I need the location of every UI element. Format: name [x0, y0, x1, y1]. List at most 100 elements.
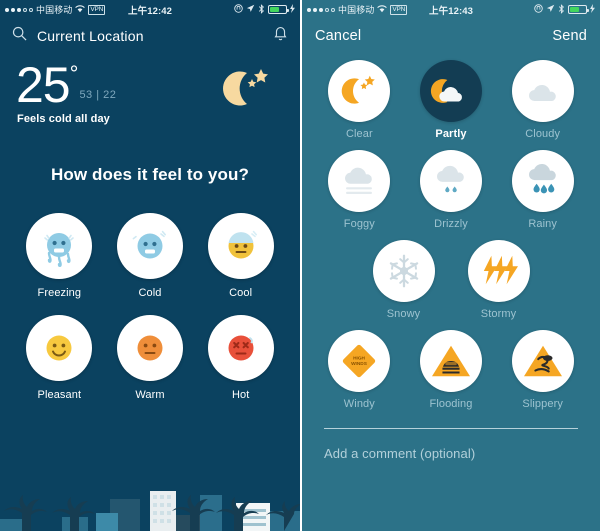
warm-face-icon [137, 335, 163, 361]
bluetooth-icon [258, 3, 265, 16]
mood-circle[interactable] [116, 315, 183, 381]
comment-input[interactable]: Add a comment (optional) [324, 446, 578, 461]
condition-option-cloudy[interactable]: Cloudy [505, 60, 580, 140]
vpn-badge: VPN [390, 4, 408, 15]
cancel-button[interactable]: Cancel [315, 28, 361, 44]
condition-circle[interactable]: HIGH WINDS [328, 330, 391, 392]
condition-option-flooding[interactable]: Flooding [414, 330, 489, 410]
mood-circle[interactable] [207, 315, 274, 381]
mood-option-pleasant[interactable]: Pleasant [14, 315, 105, 401]
city-skyline-illustration [0, 491, 300, 531]
drizzle-icon [437, 165, 464, 193]
battery-icon [268, 5, 289, 14]
condition-row: Snowy Stormy [322, 240, 580, 320]
mood-grid: Freezing Cold Cool Pleasant Warm Hot [0, 213, 300, 401]
left-phone-screen: 中国移动 VPN 上午12:42 Current Location 25 ° 5… [0, 0, 300, 531]
mood-circle[interactable] [26, 315, 93, 381]
signal-dots-icon [307, 7, 335, 12]
charging-bolt-icon [290, 4, 295, 15]
mood-label: Freezing [37, 287, 82, 299]
mood-label: Hot [231, 389, 250, 401]
nav-bar-left: Current Location [0, 19, 300, 53]
status-bar-right-group [234, 3, 295, 16]
condition-circle[interactable] [420, 330, 482, 392]
cold-face-icon [132, 230, 166, 259]
moon-cloud-icon [430, 79, 462, 103]
comment-section: Add a comment (optional) [302, 420, 600, 461]
condition-circle[interactable] [511, 60, 574, 122]
high-low-label: 53 | 22 [79, 89, 117, 101]
condition-label: Slippery [522, 398, 563, 410]
condition-option-drizzly[interactable]: Drizzly [414, 150, 489, 230]
carrier-label: 中国移动 [338, 5, 375, 15]
battery-icon [568, 5, 589, 14]
mood-option-cool[interactable]: Cool [195, 213, 286, 299]
condition-option-partly[interactable]: Partly [414, 60, 489, 140]
condition-option-slippery[interactable]: Slippery [505, 330, 580, 410]
condition-circle[interactable] [372, 240, 435, 302]
mood-label: Cool [229, 287, 253, 299]
degree-symbol: ° [69, 61, 79, 86]
snowflake-icon [389, 254, 418, 288]
mood-label: Cold [138, 287, 162, 299]
high-winds-sign-icon: HIGH WINDS [343, 344, 376, 378]
condition-circle[interactable] [511, 330, 574, 392]
send-button[interactable]: Send [552, 28, 587, 44]
status-bar-left: 中国移动 VPN 上午12:42 [0, 0, 300, 19]
rotation-lock-icon [234, 4, 243, 15]
mood-option-cold[interactable]: Cold [105, 213, 196, 299]
search-icon[interactable] [12, 26, 27, 46]
nav-bar-right: Cancel Send [302, 19, 600, 53]
condition-option-clear[interactable]: Clear [322, 60, 397, 140]
vpn-badge: VPN [88, 4, 106, 15]
rotation-lock-icon [534, 4, 543, 15]
current-location-label[interactable]: Current Location [37, 28, 144, 44]
moon-stars-icon [342, 75, 376, 104]
mood-circle[interactable] [116, 213, 183, 279]
temperature-value: 25 [16, 57, 71, 113]
wifi-icon [75, 4, 86, 15]
mood-option-warm[interactable]: Warm [105, 315, 196, 401]
condition-label: Foggy [343, 218, 375, 230]
mood-label: Warm [135, 389, 165, 401]
condition-option-foggy[interactable]: Foggy [322, 150, 397, 230]
cool-face-icon [228, 230, 257, 259]
status-bar-right-group [534, 3, 595, 16]
freezing-face-icon [44, 233, 75, 268]
condition-circle[interactable] [511, 150, 574, 212]
condition-label: Clear [345, 128, 373, 140]
condition-label: Rainy [528, 218, 557, 230]
svg-text:WINDS: WINDS [351, 361, 367, 367]
condition-circle[interactable] [420, 60, 482, 122]
condition-option-windy[interactable]: HIGH WINDS Windy [322, 330, 397, 410]
status-bar-left-group: 中国移动 VPN [5, 3, 106, 16]
mood-option-hot[interactable]: Hot [195, 315, 286, 401]
hot-face-icon [228, 335, 254, 361]
condition-row: HIGH WINDS Windy Flooding Slippery [322, 330, 580, 410]
mood-circle[interactable] [26, 213, 93, 279]
condition-label: Flooding [429, 398, 473, 410]
condition-circle[interactable] [467, 240, 530, 302]
moon-stars-icon [214, 65, 270, 116]
right-phone-screen: 中国移动 VPN 上午12:43 Cancel Send Clear Partl… [300, 0, 600, 531]
location-arrow-icon [546, 4, 555, 15]
status-bar-left-group: 中国移动 VPN [307, 3, 408, 16]
cloud-icon [528, 84, 556, 102]
condition-option-stormy[interactable]: Stormy [460, 240, 538, 320]
condition-circle[interactable] [328, 60, 391, 122]
lightning-icon [483, 255, 518, 285]
dual-screenshot: 中国移动 VPN 上午12:42 Current Location 25 ° 5… [0, 0, 600, 531]
mood-option-freezing[interactable]: Freezing [14, 213, 105, 299]
bell-icon[interactable] [273, 26, 288, 47]
condition-circle[interactable] [420, 150, 482, 212]
condition-label: Windy [343, 398, 375, 410]
condition-row: Foggy Drizzly Rainy [322, 150, 580, 230]
rain-icon [528, 164, 556, 194]
temperature-reading: 25 ° 53 | 22 [16, 57, 117, 113]
question-heading: How does it feel to you? [51, 165, 249, 184]
mood-circle[interactable] [207, 213, 274, 279]
condition-option-rainy[interactable]: Rainy [505, 150, 580, 230]
condition-circle[interactable] [328, 150, 391, 212]
condition-option-snowy[interactable]: Snowy [365, 240, 443, 320]
temperature-block: 25 ° 53 | 22 [0, 53, 300, 113]
